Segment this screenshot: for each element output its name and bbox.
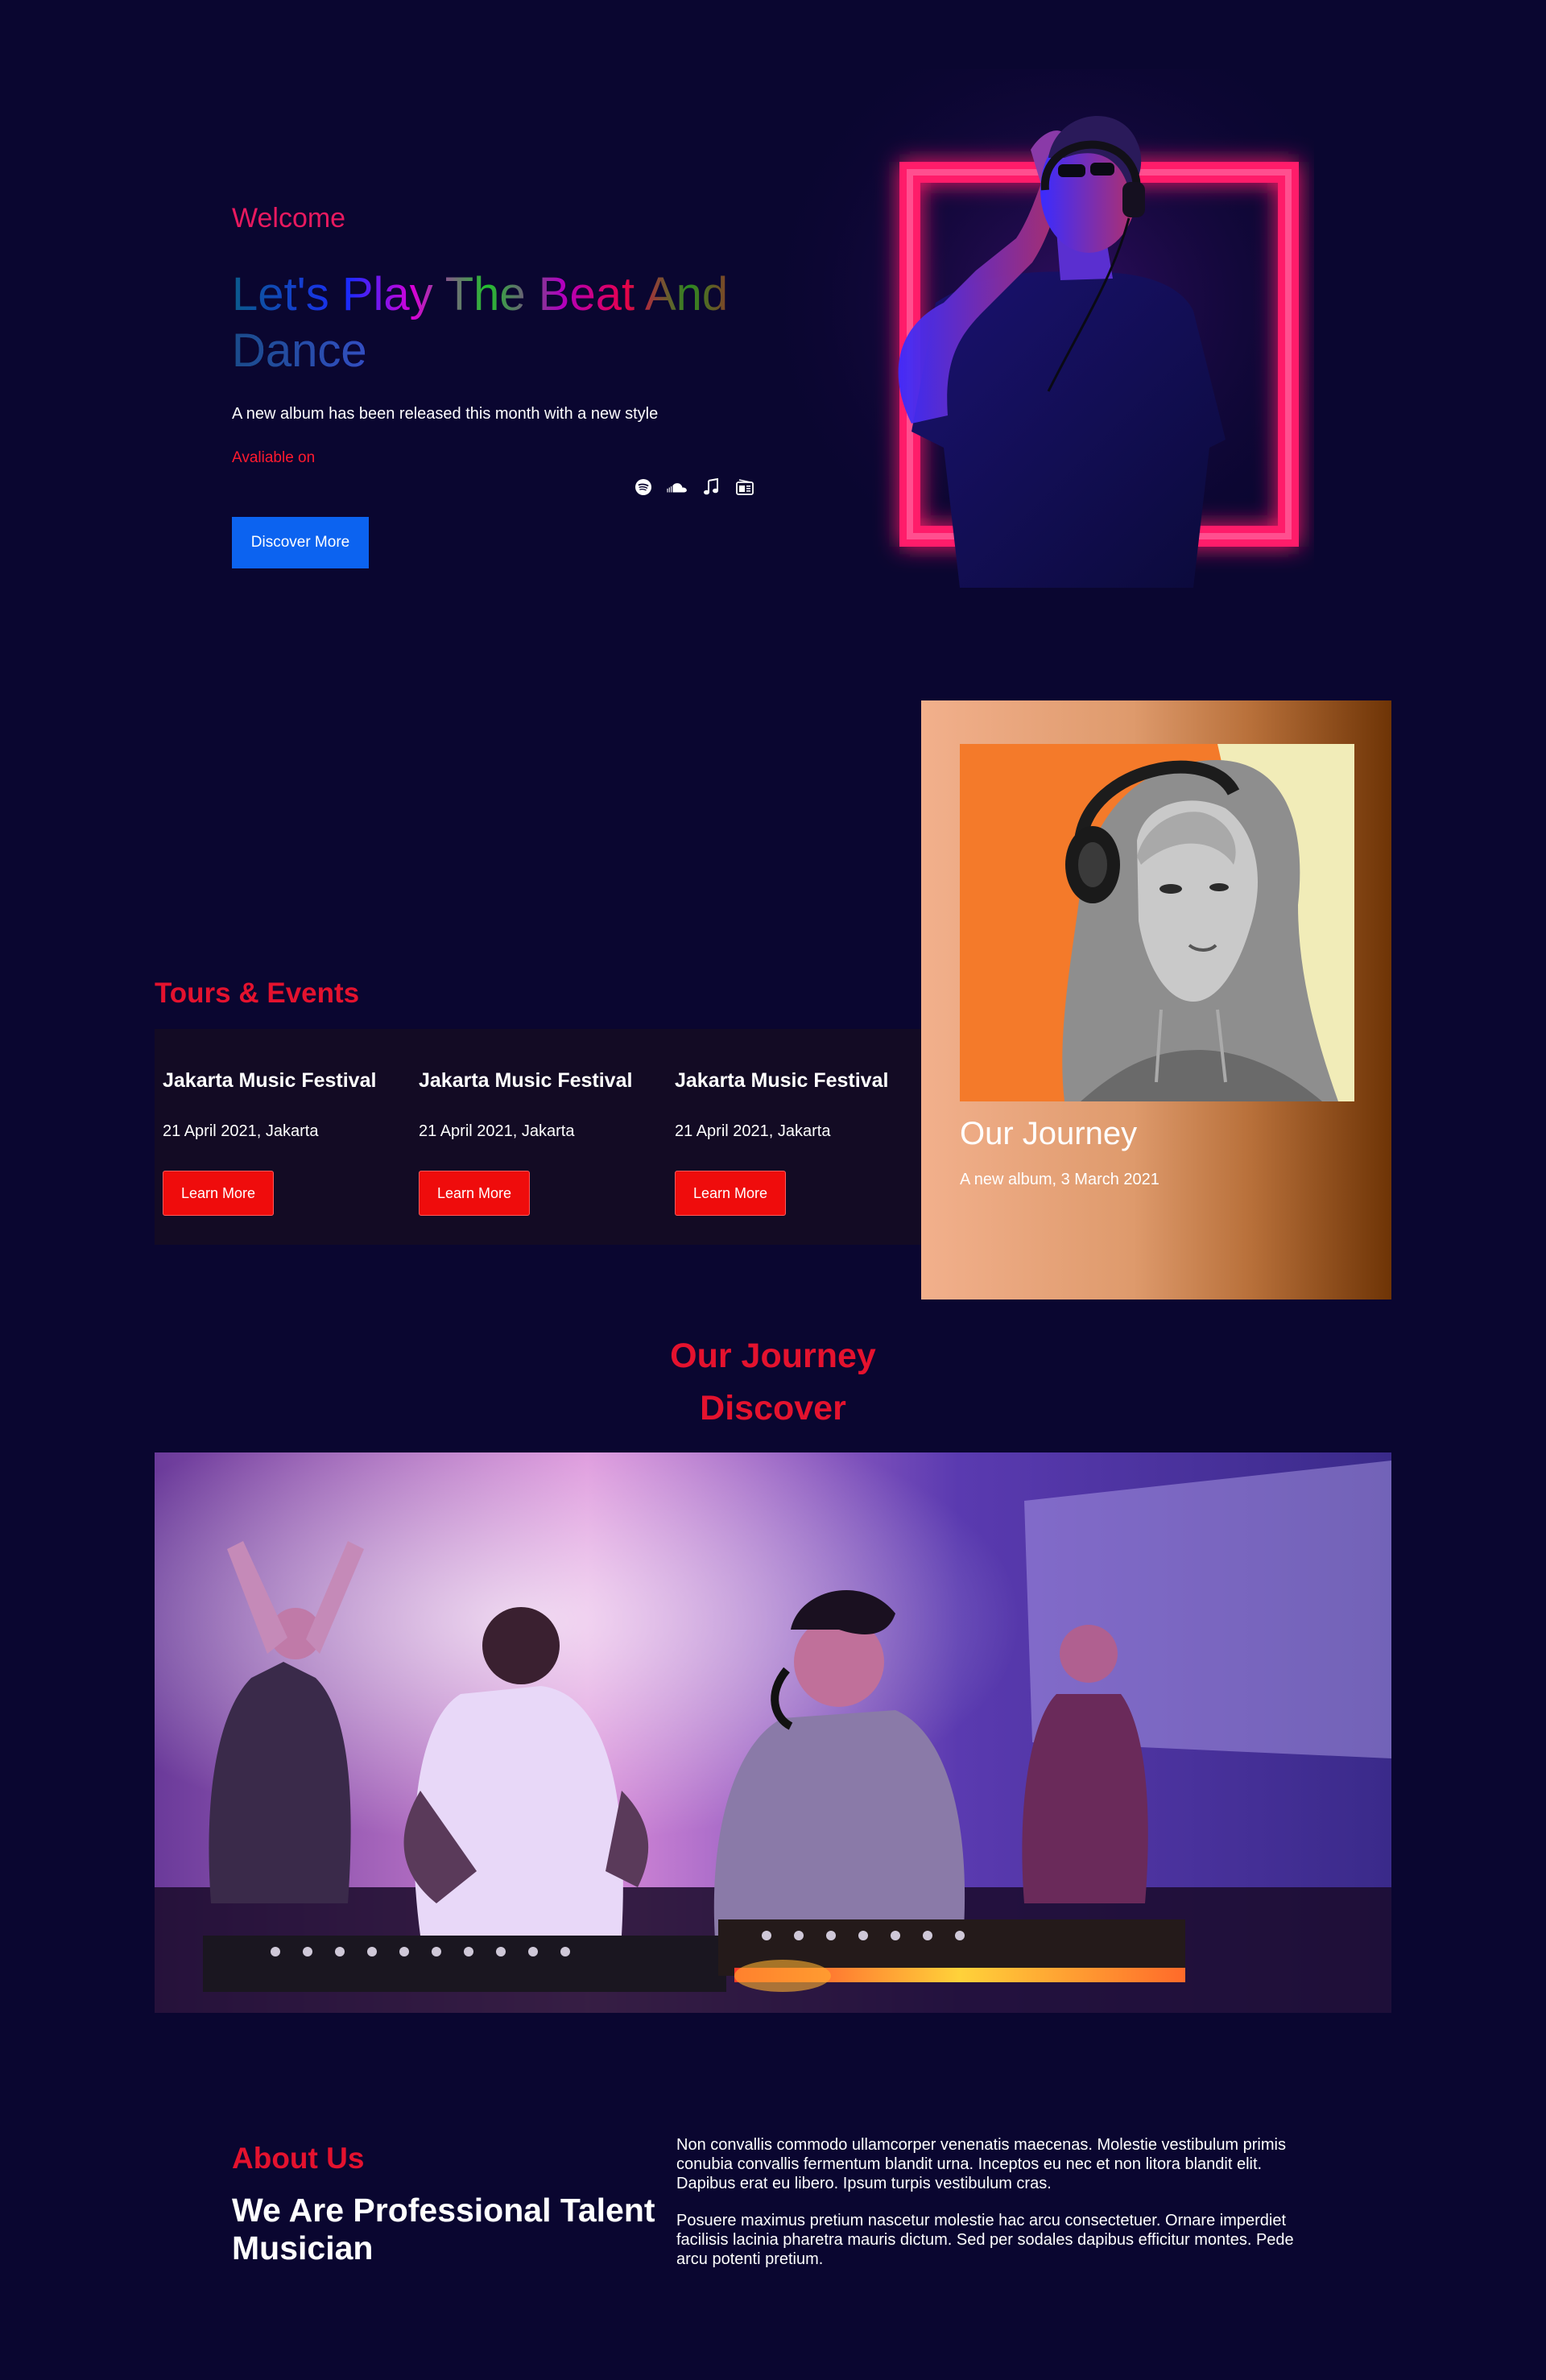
journey-section-subtitle: Discover (700, 1389, 846, 1428)
tour-date: 21 April 2021, Jakarta (675, 1122, 831, 1140)
journey-card-title: Our Journey (960, 1116, 1138, 1151)
tour-name: Jakarta Music Festival (163, 1069, 377, 1092)
tour-date: 21 April 2021, Jakarta (163, 1122, 319, 1140)
discover-more-button[interactable]: Discover More (232, 517, 369, 568)
tours-title: Tours & Events (155, 977, 360, 1009)
tours-panel: Jakarta Music Festival 21 April 2021, Ja… (155, 1029, 921, 1245)
platform-links (633, 477, 755, 498)
hero-welcome: Welcome (232, 203, 346, 233)
learn-more-button[interactable]: Learn More (675, 1171, 786, 1216)
spotify-icon[interactable] (633, 477, 654, 498)
hero-subtitle: A new album has been released this month… (232, 405, 659, 423)
journey-section-title: Our Journey (670, 1337, 876, 1375)
hero-headline: Let's Play The Beat And Dance (232, 267, 763, 379)
learn-more-button[interactable]: Learn More (419, 1171, 530, 1216)
journey-card-subtitle: A new album, 3 March 2021 (960, 1171, 1160, 1188)
hero-headline-line1: Let's Play The Beat And (232, 268, 729, 320)
about-paragraph: Non convallis commodo ullamcorper venena… (676, 2136, 1286, 2192)
soundcloud-icon[interactable] (667, 477, 688, 498)
hero-dj-photo (775, 69, 1314, 588)
hero-available-label: Avaliable on (232, 449, 316, 466)
journey-album-photo (960, 744, 1354, 1101)
music-note-icon[interactable] (701, 477, 721, 498)
party-dj-photo (155, 1452, 1391, 2013)
radio-icon[interactable] (734, 477, 755, 498)
tour-name: Jakarta Music Festival (675, 1069, 889, 1092)
about-title: We Are Professional Talent Musician (232, 2192, 655, 2266)
hero-text-block: Welcome Let's Play The Beat And Dance A … (232, 203, 763, 467)
journey-card[interactable]: Our Journey A new album, 3 March 2021 (921, 700, 1391, 1299)
about-label: About Us (232, 2142, 365, 2175)
learn-more-button[interactable]: Learn More (163, 1171, 274, 1216)
hero-headline-line2: Dance (232, 323, 763, 379)
tour-name: Jakarta Music Festival (419, 1069, 633, 1092)
tour-date: 21 April 2021, Jakarta (419, 1122, 575, 1140)
about-paragraph: Posuere maximus pretium nascetur molesti… (676, 2212, 1294, 2268)
